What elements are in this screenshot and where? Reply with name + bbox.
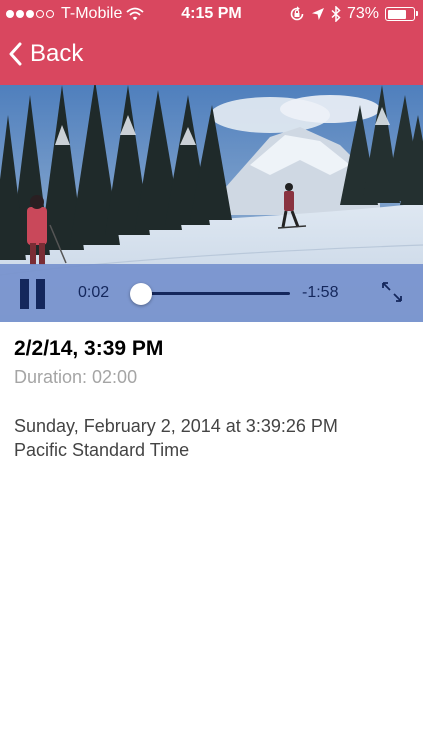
capture-timezone-line: Pacific Standard Time [14,440,190,460]
status-right: 73% [289,5,418,23]
fullscreen-button[interactable] [380,280,404,304]
player-controls: 0:02 -1:58 [0,264,423,322]
pause-icon-bar [36,279,45,309]
video-details: 2/2/14, 3:39 PM Duration: 02:00 Sunday, … [14,337,409,462]
top-bar: T-Mobile 4:15 PM 73% Back [0,0,423,85]
bluetooth-icon [331,6,341,22]
back-label: Back [30,40,84,67]
video-title: 2/2/14, 3:39 PM [14,337,164,360]
battery-icon [385,7,418,21]
capture-datetime: Sunday, February 2, 2014 at 3:39:26 PM P… [14,414,409,462]
navigation-bar: Back [0,28,423,85]
expand-icon [382,282,402,302]
slider-thumb[interactable] [129,283,152,305]
capture-date-line: Sunday, February 2, 2014 at 3:39:26 PM [14,416,338,436]
pause-button[interactable] [20,279,46,309]
pause-icon [20,279,29,309]
location-arrow-icon [311,8,324,20]
progress-slider[interactable] [129,283,290,305]
battery-level [387,9,406,19]
status-bar: T-Mobile 4:15 PM 73% [0,0,423,28]
elapsed-time: 0:02 [78,284,110,301]
back-button[interactable]: Back [8,40,83,68]
chevron-left-icon [9,42,22,66]
video-duration: Duration: 02:00 [14,367,138,387]
remaining-time: -1:58 [302,284,339,301]
orientation-lock-icon [290,6,304,21]
battery-percent: 73% [346,5,379,22]
